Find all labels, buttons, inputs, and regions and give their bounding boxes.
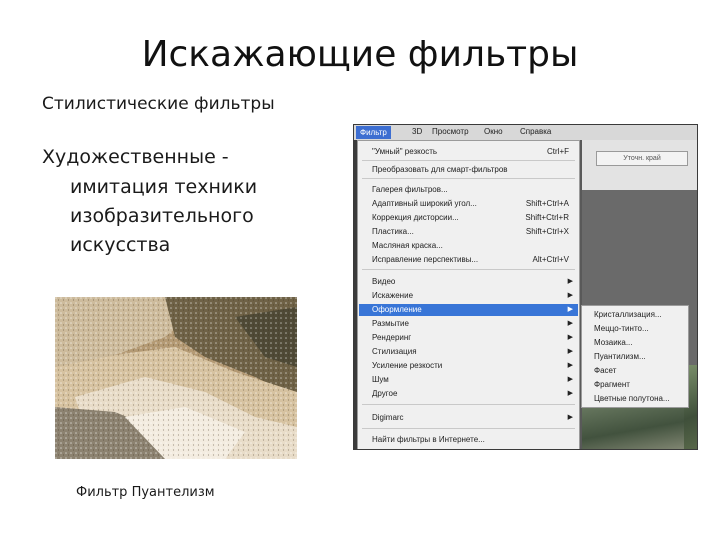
menu-item-distort[interactable]: Искажение [372, 291, 413, 300]
photoshop-screenshot: Уточн. край Фильтр 3D Просмотр Окно Спра… [353, 124, 698, 450]
pointillism-picture [55, 297, 297, 459]
menu-separator [362, 428, 575, 429]
submenu-arrow-icon: ▶ [567, 306, 573, 313]
menu-item-digimarc[interactable]: Digimarc [372, 413, 404, 422]
slide-subtitle: Стилистические фильтры [42, 94, 275, 114]
image-caption: Фильтр Пуантелизм [76, 485, 215, 500]
shortcut: Alt+Ctrl+V [532, 255, 569, 264]
menu-item-browse-filters[interactable]: Найти фильтры в Интернете... [372, 435, 485, 444]
menu-3d[interactable]: 3D [412, 127, 422, 136]
pointillism-sample-image [55, 297, 297, 459]
submenu-item-color-halftone[interactable]: Цветные полутона... [594, 394, 670, 403]
submenu-arrow-icon: ▶ [567, 390, 573, 397]
submenu-arrow-icon: ▶ [567, 292, 573, 299]
shortcut: Ctrl+F [547, 147, 569, 156]
bullet-line: искусства [70, 234, 171, 256]
menu-item-other[interactable]: Другое [372, 389, 397, 398]
options-bar: Уточн. край [582, 140, 697, 190]
pixelate-submenu: Кристаллизация... Меццо-тинто... Мозаика… [581, 305, 689, 408]
bullet-body: имитация техники изобразительного искусс… [70, 173, 257, 260]
submenu-arrow-icon: ▶ [567, 362, 573, 369]
submenu-arrow-icon: ▶ [567, 414, 573, 421]
submenu-arrow-icon: ▶ [567, 334, 573, 341]
bullet-heading: Художественные - [42, 146, 229, 168]
submenu-arrow-icon: ▶ [567, 320, 573, 327]
menu-item-liquify[interactable]: Пластика... [372, 227, 414, 236]
menu-item-adaptive-wide-angle[interactable]: Адаптивный широкий угол... [372, 199, 477, 208]
menu-window[interactable]: Окно [484, 127, 503, 136]
submenu-item-facet[interactable]: Фасет [594, 366, 616, 375]
submenu-arrow-icon: ▶ [567, 278, 573, 285]
submenu-item-mezzotint[interactable]: Меццо-тинто... [594, 324, 649, 333]
refine-edge-button[interactable]: Уточн. край [596, 151, 688, 166]
menu-separator [362, 269, 575, 270]
bullet-line: изобразительного [70, 205, 254, 227]
menu-item-blur[interactable]: Размытие [372, 319, 409, 328]
menu-item-video[interactable]: Видео [372, 277, 395, 286]
submenu-item-pointillize[interactable]: Пуантилизм... [594, 352, 646, 361]
menu-item-oil-paint[interactable]: Масляная краска... [372, 241, 443, 250]
menu-item-convert-smart[interactable]: Преобразовать для смарт-фильтров [372, 165, 508, 174]
menu-view[interactable]: Просмотр [432, 127, 469, 136]
shortcut: Shift+Ctrl+A [525, 199, 569, 208]
menu-separator [362, 160, 575, 161]
menu-help[interactable]: Справка [520, 127, 551, 136]
filter-dropdown-menu: "Умный" резкость Ctrl+F Преобразовать дл… [357, 140, 580, 449]
menu-item-pixelate[interactable]: Оформление [372, 305, 422, 314]
menu-bar: Фильтр 3D Просмотр Окно Справка [354, 125, 697, 140]
menu-separator [362, 178, 575, 179]
menu-item-lens-correction[interactable]: Коррекция дисторсии... [372, 213, 459, 222]
submenu-arrow-icon: ▶ [567, 348, 573, 355]
menu-item-render[interactable]: Рендеринг [372, 333, 411, 342]
menu-item-noise[interactable]: Шум [372, 375, 389, 384]
slide-title: Искажающие фильтры [141, 34, 579, 75]
menu-item-filter-gallery[interactable]: Галерея фильтров... [372, 185, 448, 194]
menu-item-smart-sharpen[interactable]: "Умный" резкость [372, 147, 437, 156]
menu-item-sharpen[interactable]: Усиление резкости [372, 361, 442, 370]
submenu-arrow-icon: ▶ [567, 376, 573, 383]
bullet-line: имитация техники [70, 176, 258, 198]
menu-item-stylize[interactable]: Стилизация [372, 347, 417, 356]
menu-separator [362, 404, 575, 405]
shortcut: Shift+Ctrl+X [525, 227, 569, 236]
submenu-item-crystallize[interactable]: Кристаллизация... [594, 310, 662, 319]
shortcut: Shift+Ctrl+R [525, 213, 569, 222]
menu-filter[interactable]: Фильтр [356, 126, 391, 139]
menu-item-vanishing-point[interactable]: Исправление перспективы... [372, 255, 478, 264]
submenu-item-fragment[interactable]: Фрагмент [594, 380, 630, 389]
submenu-item-mosaic[interactable]: Мозаика... [594, 338, 633, 347]
